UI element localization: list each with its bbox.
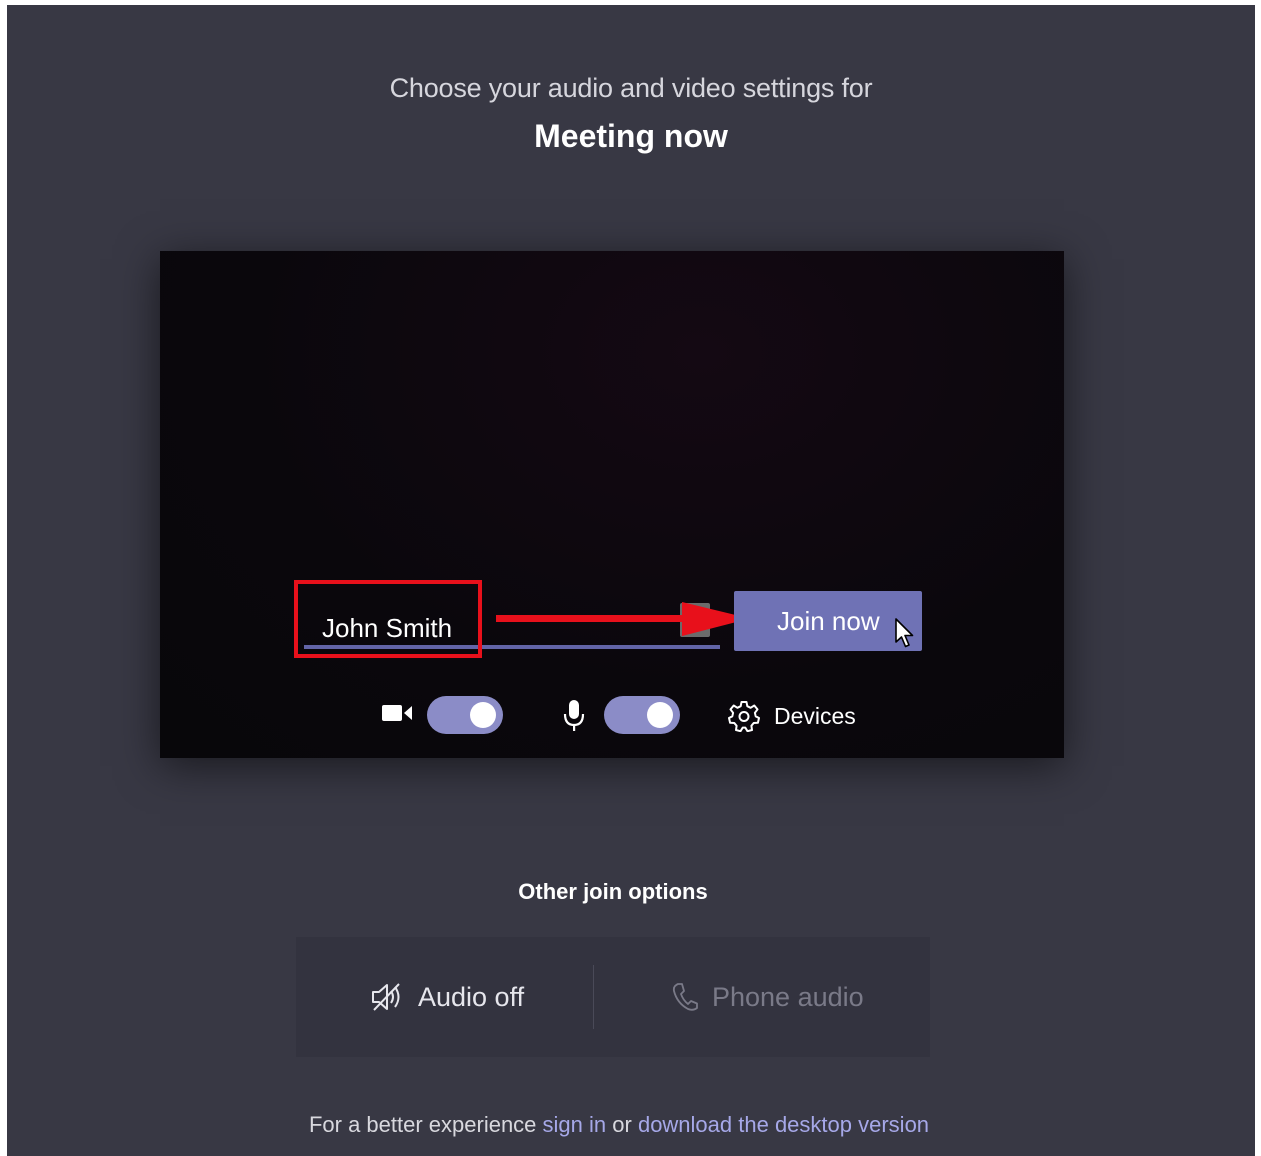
other-join-options-title: Other join options bbox=[518, 879, 708, 904]
annotation-arrow-icon bbox=[496, 602, 750, 636]
phone-audio-label: Phone audio bbox=[712, 981, 864, 1012]
page-subtitle: Choose your audio and video settings for bbox=[389, 73, 873, 103]
footer-prefix: For a better experience bbox=[308, 1112, 537, 1137]
camera-toggle-knob bbox=[470, 702, 496, 728]
footer-text: For a better experience sign in or downl… bbox=[7, 1112, 1231, 1138]
audio-off-label: Audio off bbox=[418, 981, 525, 1012]
options-divider bbox=[593, 965, 594, 1029]
speaker-off-icon bbox=[372, 983, 400, 1011]
annotation-highlight-box bbox=[294, 580, 482, 658]
download-desktop-link[interactable]: download the desktop version bbox=[638, 1112, 929, 1137]
gear-icon[interactable] bbox=[728, 700, 760, 732]
app-window: Choose your audio and video settings for… bbox=[7, 5, 1255, 1156]
microphone-toggle[interactable] bbox=[604, 696, 680, 734]
camera-icon bbox=[382, 705, 412, 721]
video-preview: John Smith Join now Devices bbox=[160, 251, 1064, 758]
microphone-toggle-knob bbox=[647, 702, 673, 728]
footer-or: or bbox=[612, 1112, 632, 1137]
phone-icon bbox=[672, 983, 698, 1011]
mouse-cursor-icon bbox=[895, 618, 914, 648]
other-join-options: Audio off Phone audio bbox=[296, 937, 930, 1057]
audio-off-option[interactable]: Audio off bbox=[370, 937, 524, 1057]
media-controls: Devices bbox=[160, 694, 1064, 738]
camera-toggle[interactable] bbox=[427, 696, 503, 734]
microphone-icon bbox=[563, 700, 585, 731]
phone-audio-option[interactable]: Phone audio bbox=[672, 937, 864, 1057]
devices-button[interactable]: Devices bbox=[774, 703, 856, 730]
meeting-title: Meeting now bbox=[534, 118, 728, 154]
sign-in-link[interactable]: sign in bbox=[543, 1112, 607, 1137]
